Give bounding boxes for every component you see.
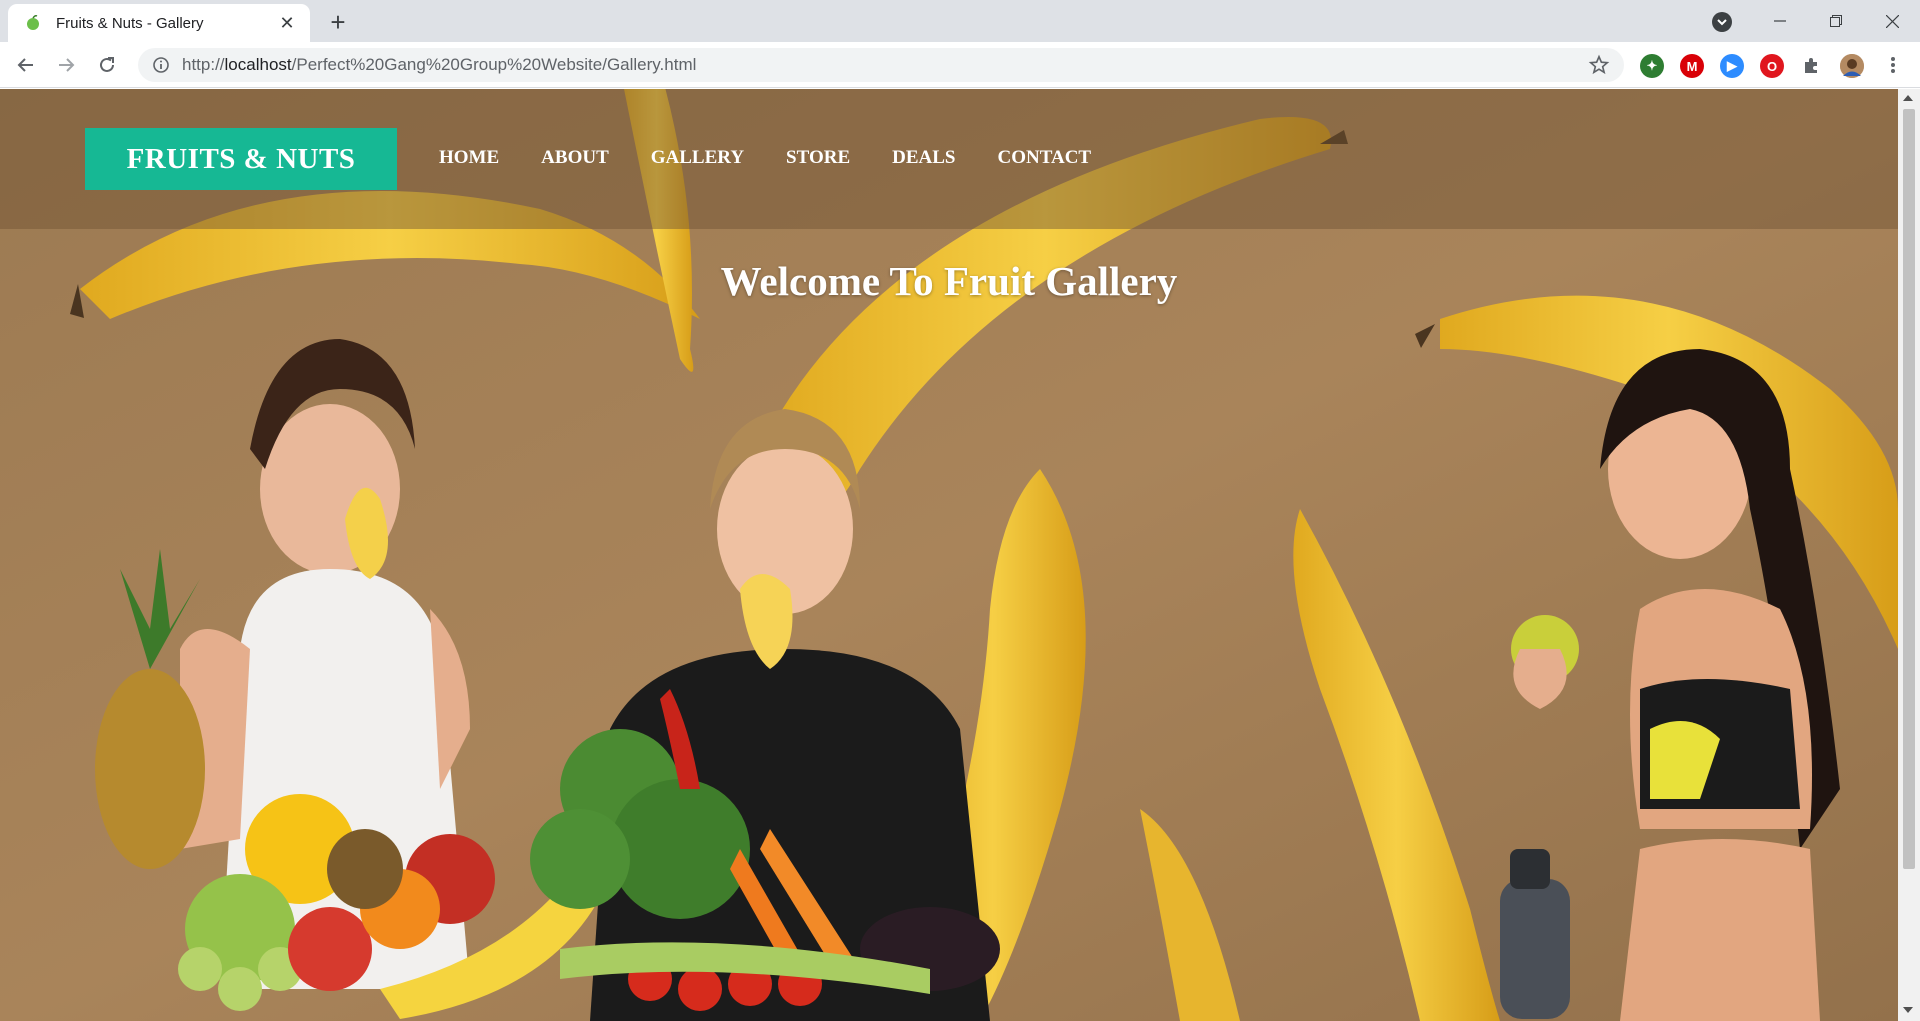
- puzzle-icon[interactable]: [1796, 49, 1828, 81]
- tab-close-icon[interactable]: ✕: [276, 12, 298, 34]
- site-header: FRUITS & NUTS HOME ABOUT GALLERY STORE D…: [0, 89, 1898, 229]
- profile-avatar[interactable]: [1840, 54, 1864, 78]
- scrollbar-thumb[interactable]: [1903, 109, 1915, 869]
- site-logo[interactable]: FRUITS & NUTS: [85, 128, 397, 190]
- url-text[interactable]: http://localhost/Perfect%20Gang%20Group%…: [182, 55, 1588, 75]
- translate-extension-icon[interactable]: ✦: [1640, 54, 1664, 78]
- close-window-icon[interactable]: [1864, 0, 1920, 42]
- menu-dots-icon[interactable]: [1878, 49, 1908, 81]
- back-arrow-icon[interactable]: [10, 49, 42, 81]
- tab-search-dropdown-icon[interactable]: [1712, 12, 1732, 32]
- forward-arrow-icon[interactable]: [50, 49, 82, 81]
- window-controls: [1752, 0, 1920, 42]
- vertical-scrollbar[interactable]: [1898, 89, 1920, 1021]
- apple-favicon-icon: [27, 15, 39, 30]
- page-title: Welcome To Fruit Gallery: [720, 258, 1178, 304]
- browser-tab-active[interactable]: Fruits & Nuts - Gallery ✕: [8, 4, 310, 42]
- nav-deals[interactable]: DEALS: [892, 147, 955, 169]
- minimize-icon[interactable]: [1752, 0, 1808, 42]
- url-host: localhost: [224, 55, 292, 74]
- nav-store[interactable]: STORE: [786, 147, 850, 169]
- restore-icon[interactable]: [1808, 0, 1864, 42]
- url-prefix: http://: [182, 55, 225, 74]
- main-nav: HOME ABOUT GALLERY STORE DEALS CONTACT: [439, 147, 1133, 169]
- url-path: /Perfect%20Gang%20Group%20Website/Galler…: [291, 55, 697, 74]
- opera-extension-icon[interactable]: O: [1760, 54, 1784, 78]
- star-icon[interactable]: [1588, 54, 1610, 76]
- nav-contact[interactable]: CONTACT: [997, 147, 1091, 169]
- tab-title: Fruits & Nuts - Gallery: [56, 14, 204, 32]
- browser-toolbar: http://localhost/Perfect%20Gang%20Group%…: [0, 42, 1920, 88]
- nav-about[interactable]: ABOUT: [541, 147, 609, 169]
- reload-icon[interactable]: [91, 49, 123, 81]
- new-tab-plus-icon[interactable]: +: [322, 7, 354, 37]
- scroll-down-arrow-icon[interactable]: [1903, 1007, 1913, 1013]
- scroll-up-arrow-icon[interactable]: [1903, 95, 1913, 101]
- zoom-extension-icon[interactable]: ▶: [1720, 54, 1744, 78]
- logo-text: FRUITS & NUTS: [126, 142, 356, 175]
- mega-extension-icon[interactable]: M: [1680, 54, 1704, 78]
- browser-tabstrip: Fruits & Nuts - Gallery ✕ +: [0, 0, 1920, 42]
- page-viewport: FRUITS & NUTS HOME ABOUT GALLERY STORE D…: [0, 89, 1898, 1021]
- info-icon[interactable]: [152, 56, 170, 74]
- nav-gallery[interactable]: GALLERY: [651, 147, 744, 169]
- address-bar[interactable]: http://localhost/Perfect%20Gang%20Group%…: [138, 48, 1624, 82]
- nav-home[interactable]: HOME: [439, 147, 499, 169]
